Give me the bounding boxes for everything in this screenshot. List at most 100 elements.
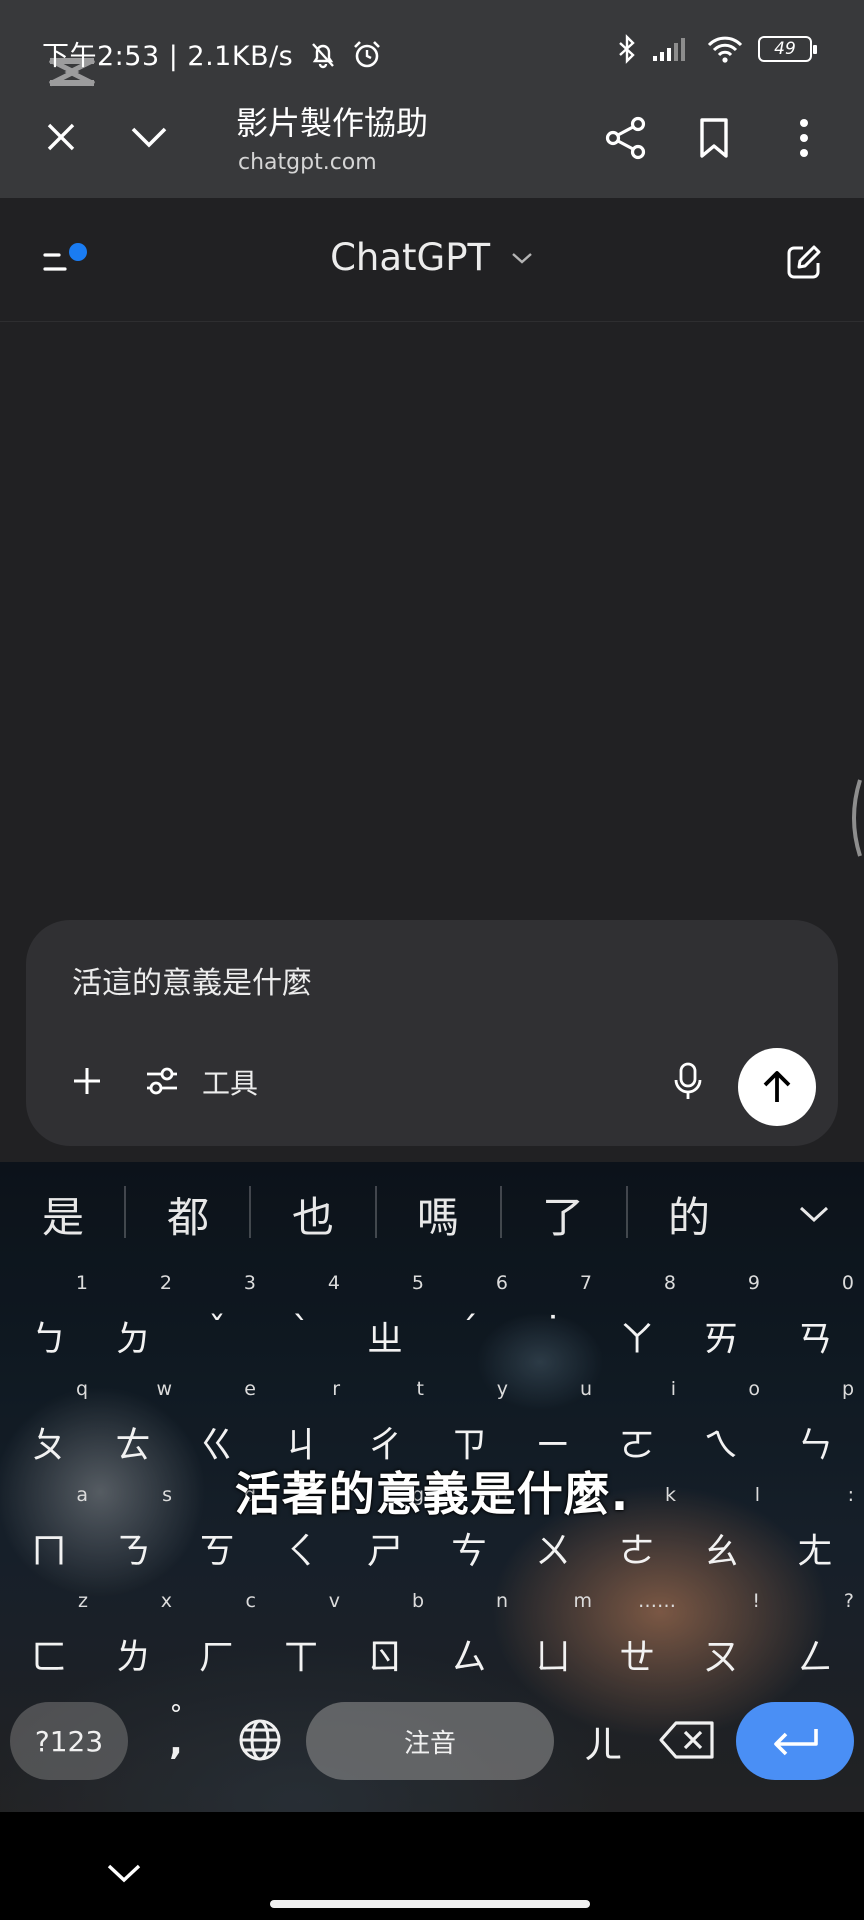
globe-icon <box>239 1719 281 1761</box>
key-hint: n <box>495 1590 508 1612</box>
keyboard-key[interactable]: ? ㄥ <box>772 1590 858 1690</box>
key-label: ㄥ <box>796 1637 833 1678</box>
key-label: ㄖ <box>366 1637 403 1678</box>
chat-page: ChatGPT 活這的意義是什麼 工具 <box>0 198 864 1162</box>
key-label: ㄈ <box>30 1637 67 1678</box>
candidate-word[interactable]: 也 <box>250 1184 376 1245</box>
chevron-down-icon <box>799 1206 829 1223</box>
candidate-word[interactable]: 的 <box>626 1184 752 1245</box>
backspace-key[interactable] <box>650 1708 724 1772</box>
keyboard-bottom-row: ?123 ° , 注音 ㄦ <box>0 1694 864 1784</box>
keyboard-key[interactable]: zㄈ <box>6 1590 92 1690</box>
keyboard-key[interactable]: 1ㄅ <box>6 1272 92 1372</box>
keyboard-key[interactable]: bㄖ <box>342 1590 428 1690</box>
enter-key[interactable] <box>736 1702 854 1780</box>
keyboard-key[interactable]: 5ㄓ <box>342 1272 428 1372</box>
key-hint: y <box>496 1378 508 1400</box>
share-button[interactable] <box>598 110 654 166</box>
key-hint: 6 <box>495 1272 508 1294</box>
candidate-word[interactable]: 嗎 <box>375 1184 501 1245</box>
keyboard-key[interactable]: 4ˋ <box>258 1272 344 1372</box>
backspace-icon <box>659 1721 714 1759</box>
send-button[interactable] <box>738 1048 816 1126</box>
keyboard-key[interactable]: mㄩ <box>510 1590 596 1690</box>
space-key[interactable]: 注音 <box>306 1702 554 1780</box>
symbols-key[interactable]: ?123 <box>10 1702 128 1780</box>
key-hint: 9 <box>747 1272 760 1294</box>
close-tab-button[interactable] <box>36 112 86 162</box>
keyboard-key[interactable]: 6ˊ <box>426 1272 512 1372</box>
candidate-word[interactable]: 了 <box>500 1184 626 1245</box>
candidate-word[interactable]: 是 <box>0 1184 126 1245</box>
key-label: ㄕ <box>366 1531 403 1572</box>
keyboard-key[interactable]: vㄒ <box>258 1590 344 1690</box>
keyboard-key[interactable]: 3ˇ <box>174 1272 260 1372</box>
key-hint: p <box>841 1378 854 1400</box>
key-label: ㄜ <box>618 1531 655 1572</box>
key-hint: 8 <box>663 1272 676 1294</box>
signal-icon <box>653 38 685 61</box>
status-divider: | <box>168 41 188 72</box>
alarm-icon <box>354 41 381 68</box>
er-key[interactable]: ㄦ <box>568 1702 638 1780</box>
keyboard-key[interactable]: cㄏ <box>174 1590 260 1690</box>
keyboard-key[interactable]: 0ㄢ <box>772 1272 858 1372</box>
model-selector[interactable]: ChatGPT <box>0 234 864 279</box>
keyboard-key[interactable]: xㄌ <box>90 1590 176 1690</box>
key-hint: o <box>748 1378 760 1400</box>
key-hint: w <box>156 1378 172 1400</box>
scroll-edge-indicator <box>852 779 862 857</box>
more-vertical-icon <box>800 119 808 157</box>
key-hint: 1 <box>75 1272 88 1294</box>
key-label: ㄅ <box>30 1319 67 1360</box>
keyboard-key[interactable]: 8ㄚ <box>594 1272 680 1372</box>
punctuation-key[interactable]: ° , <box>150 1694 202 1784</box>
key-hint: q <box>75 1378 88 1400</box>
home-indicator[interactable] <box>270 1900 590 1908</box>
keyboard-key[interactable]: …… ㄝ <box>594 1590 680 1690</box>
keyboard-key[interactable]: 9ㄞ <box>678 1272 764 1372</box>
share-icon <box>605 116 646 160</box>
key-hint: r <box>332 1378 340 1400</box>
key-hint: 5 <box>411 1272 424 1294</box>
hide-keyboard-button[interactable] <box>96 1848 152 1898</box>
key-label: ˙ <box>544 1310 562 1351</box>
keyboard-key[interactable]: ! ㄡ <box>678 1590 764 1690</box>
collapse-button[interactable] <box>124 112 174 162</box>
enter-icon <box>774 1729 818 1756</box>
key-hint: ! <box>752 1590 760 1612</box>
message-input[interactable]: 活這的意義是什麼 <box>72 958 312 1002</box>
bookmark-icon <box>700 118 728 158</box>
key-hint: m <box>573 1590 592 1612</box>
key-hint: 2 <box>159 1272 172 1294</box>
edit-icon <box>787 245 821 279</box>
new-chat-button[interactable] <box>776 234 832 290</box>
status-bar: 下午2:53 | 2.1KB/s 49 <box>0 0 864 90</box>
zhuyin-keyboard: 是 都 也 嗎 了 的 1 ㄅ 2 ㄉ 3 ˇ 4 ˋ 5 ㄓ 6 ˊ 7 ˙ 8 ㄚ 9 ㄞ 0 ㄢ q ㄆ w ㄊ e ㄍ r ㄐ… <box>0 1162 864 1812</box>
keyboard-key[interactable]: 2ㄉ <box>90 1272 176 1372</box>
key-hint: 3 <box>243 1272 256 1294</box>
key-label: ㄙ <box>450 1637 487 1678</box>
capcut-logo-icon <box>48 57 96 87</box>
more-menu-button[interactable] <box>776 110 832 166</box>
add-attachment-button[interactable] <box>62 1056 112 1106</box>
key-hint: u <box>579 1378 592 1400</box>
key-label: ˇ <box>208 1310 226 1351</box>
page-url: chatgpt.com <box>238 150 377 175</box>
bookmark-button[interactable] <box>686 110 742 166</box>
keyboard-key[interactable]: nㄙ <box>426 1590 512 1690</box>
keyboard-key[interactable]: 7 ˙ <box>510 1272 596 1372</box>
key-label: ㄌ <box>114 1637 151 1678</box>
punct-bottom: , <box>169 1722 183 1763</box>
key-label: ㄉ <box>114 1319 151 1360</box>
key-label: ㄢ <box>796 1319 833 1360</box>
key-label: ㄓ <box>366 1319 403 1360</box>
candidate-word[interactable]: 都 <box>125 1184 251 1245</box>
language-key[interactable] <box>228 1708 292 1772</box>
expand-candidates-button[interactable] <box>786 1186 842 1242</box>
battery-level: 49 <box>774 39 796 59</box>
key-label: ˋ <box>292 1310 310 1351</box>
tools-label: 工具 <box>202 1067 259 1100</box>
voice-input-button[interactable] <box>660 1054 716 1110</box>
key-label: ㄠ <box>702 1531 739 1572</box>
